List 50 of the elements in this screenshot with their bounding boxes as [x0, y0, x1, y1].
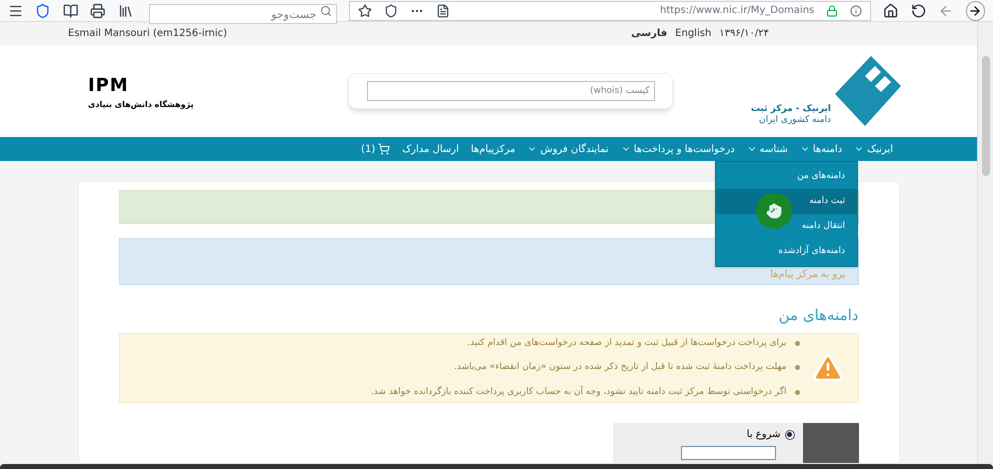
search-field[interactable]: جست‌وجو — [149, 4, 338, 24]
bullet-icon — [794, 390, 800, 395]
filter-field[interactable] — [680, 446, 776, 460]
dropdown-item[interactable]: دامنه‌های من — [716, 164, 857, 189]
nav-item[interactable]: دامنه‌ها — [794, 142, 848, 156]
logo-icon — [835, 56, 901, 126]
forward-icon — [968, 4, 982, 18]
ipm-logo: IPM — [88, 74, 129, 98]
language-link[interactable]: English — [675, 26, 712, 41]
nav-item[interactable]: نمایندگان فروش — [521, 142, 615, 156]
whois-field[interactable]: کیست (whois) — [366, 81, 654, 101]
ipm-subtitle: پژوهشگاه دانش‌های بنیادی — [88, 98, 194, 110]
star-icon[interactable] — [358, 4, 372, 18]
library-icon[interactable] — [118, 2, 134, 18]
cart-link[interactable]: (1) — [355, 142, 396, 156]
search-icon — [320, 4, 332, 16]
warning-text: اگر درخواستی توسط مرکز ثبت دامنه تایید نشود، وجه آن به حساب کاربری پرداخت کننده بازگردانده خواهد شد. — [370, 386, 786, 399]
url-text: https://www.nic.ir/My_Domains — [660, 4, 814, 18]
warning-text: مهلت پرداخت دامنهٔ ثبت شده تا قبل از تاریخ ذکر شده در ستون «زمان انقضاء» می‌باشد. — [454, 361, 786, 374]
dropdown-item[interactable]: دامنه‌های آزادشده — [716, 239, 857, 264]
forward-button[interactable] — [966, 0, 985, 20]
reader-icon[interactable] — [436, 4, 450, 18]
logo-subtitle: دامنه کشوری ایران — [758, 114, 831, 126]
bullet-icon — [794, 340, 800, 346]
info-icon[interactable] — [850, 4, 862, 16]
user-name: Esmail Mansouri (em1256-irnic) — [68, 27, 228, 41]
reload-icon[interactable] — [910, 2, 926, 18]
lock-icon — [826, 4, 838, 16]
radio-option[interactable]: شروع با — [620, 427, 794, 442]
shield-icon[interactable] — [35, 2, 51, 18]
nav-item[interactable]: ایرنیک — [848, 142, 899, 156]
home-icon[interactable] — [883, 2, 899, 18]
language-link[interactable]: فارسی — [631, 26, 668, 41]
section-title: دامنه‌های من — [778, 306, 858, 324]
print-icon[interactable] — [90, 2, 106, 18]
logo-title: ایرنیک - مرکز ثبت — [750, 104, 831, 115]
sidebar-icon[interactable] — [62, 2, 78, 18]
nav-item[interactable]: درخواست‌ها و پرداخت‌ها — [614, 142, 741, 156]
nav-item[interactable]: شناسه — [740, 142, 794, 156]
date-text: ۱۳۹۶/۱۰/۲۴ — [719, 27, 769, 41]
pocket-icon[interactable] — [384, 4, 398, 18]
dropdown-item[interactable]: انتقال دامنه — [716, 214, 857, 239]
warning-text: برای پرداخت درخواست‌ها از قبیل ثبت و تمدید از صفحه درخواست‌های من اقدام کنید. — [467, 336, 786, 350]
address-bar[interactable]: https://www.nic.ir/My_Domains — [349, 0, 872, 20]
nav-item[interactable]: ارسال مدارک — [396, 142, 465, 156]
warning-icon — [812, 352, 844, 384]
filter-label-box — [802, 423, 858, 463]
cart-icon — [378, 143, 390, 155]
bullet-icon — [794, 365, 800, 370]
nav-item[interactable]: مرکزپیام‌ها — [464, 142, 522, 156]
